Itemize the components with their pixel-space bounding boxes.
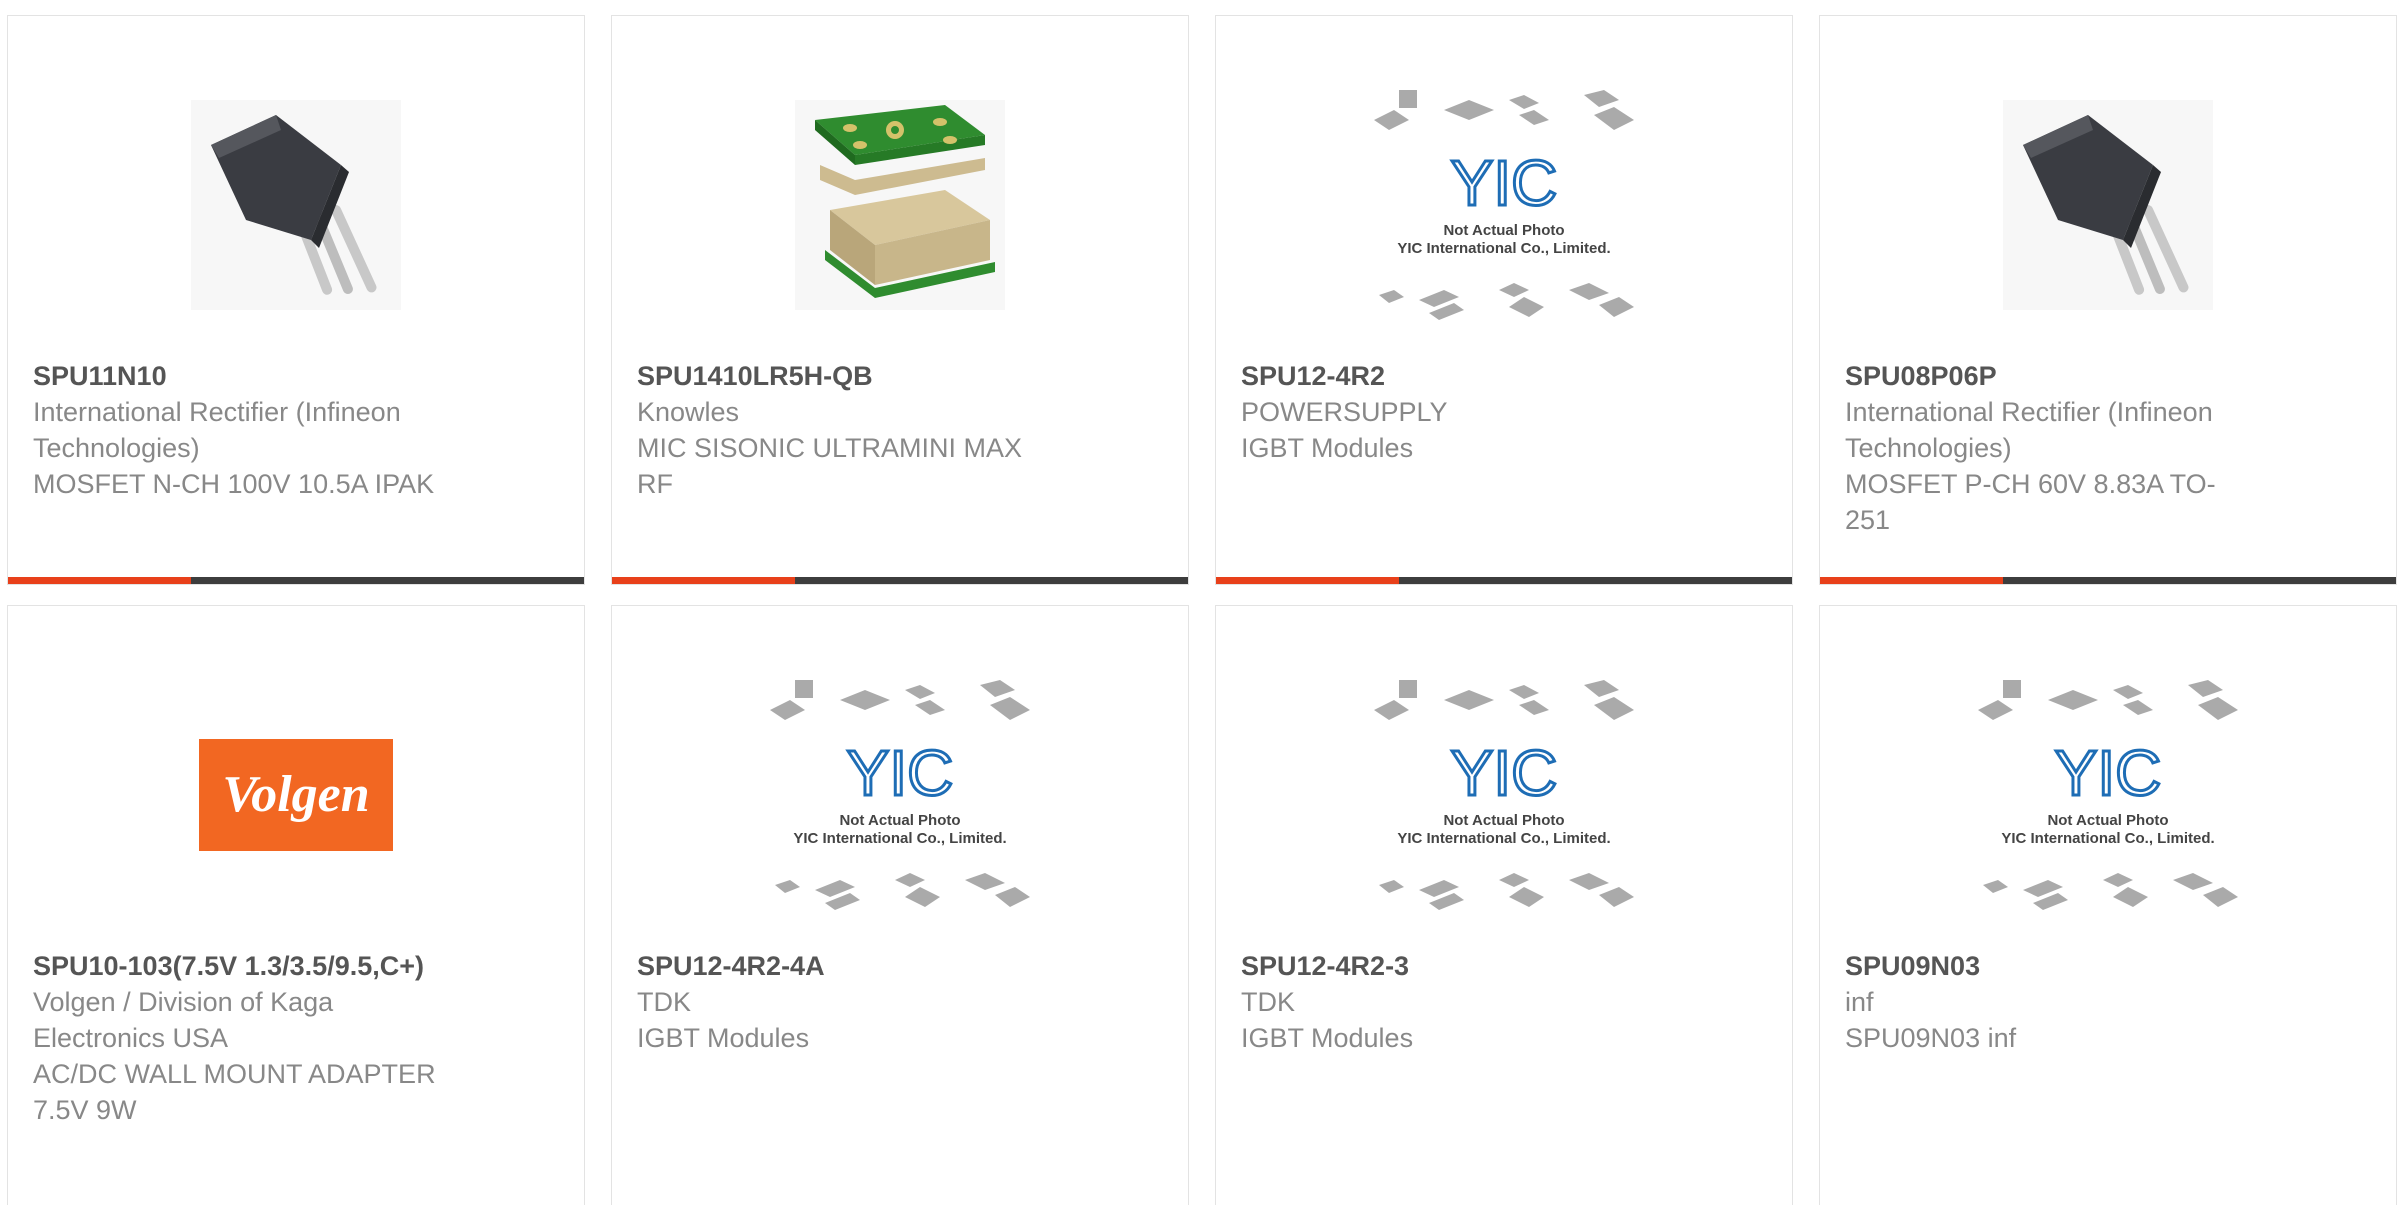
product-card[interactable]: YIC Not Actual Photo YIC International C… [1215,15,1793,585]
product-card[interactable]: Volgen SPU10-103(7.5V 1.3/3.5/9.5,C+) Vo… [7,605,585,1205]
description-line: IGBT Modules [1241,433,1414,463]
card-accent-bar [1216,577,1399,584]
product-info: SPU10-103(7.5V 1.3/3.5/9.5,C+) Volgen / … [33,948,463,1128]
company-label: YIC International Co., Limited. [793,830,1006,847]
description-line: MOSFET N-CH 100V 10.5A IPAK [33,469,435,499]
product-card[interactable]: SPU11N10 International Rectifier (Infine… [7,15,585,585]
description-line: SPU09N03 inf [1845,1023,2017,1053]
product-image[interactable] [8,60,584,350]
not-actual-photo-label: Not Actual Photo [2047,812,2168,829]
description-line: 7.5V 9W [33,1095,137,1125]
manufacturer-line: Volgen / Division of Kaga [33,987,334,1017]
yic-logo: YIC [2055,737,2162,809]
description-line: MIC SISONIC ULTRAMINI MAX [637,433,1023,463]
mems-microphone-image [795,100,1005,310]
not-actual-photo-label: Not Actual Photo [1443,812,1564,829]
yic-logo: YIC [847,737,954,809]
product-info: SPU12-4R2-3 TDK IGBT Modules [1241,948,1671,1056]
product-info: SPU11N10 International Rectifier (Infine… [33,358,463,502]
part-number[interactable]: SPU08P06P [1845,358,2275,394]
product-grid: SPU11N10 International Rectifier (Infine… [0,0,2400,1205]
to251-transistor-image [191,100,401,310]
product-image[interactable]: YIC Not Actual Photo YIC International C… [1820,650,2396,940]
manufacturer-line: Technologies) [1845,433,2012,463]
not-actual-photo-image: YIC Not Actual Photo YIC International C… [1374,90,1634,320]
product-card[interactable]: SPU1410LR5H-QB Knowles MIC SISONIC ULTRA… [611,15,1189,585]
part-number[interactable]: SPU11N10 [33,358,463,394]
card-bottom-bar [8,577,584,584]
product-info: SPU1410LR5H-QB Knowles MIC SISONIC ULTRA… [637,358,1067,502]
manufacturer-line: TDK [1241,987,1295,1017]
not-actual-photo-image: YIC Not Actual Photo YIC International C… [1978,680,2238,910]
not-actual-photo-image: YIC Not Actual Photo YIC International C… [770,680,1030,910]
manufacturer-line: TDK [637,987,691,1017]
part-number[interactable]: SPU10-103(7.5V 1.3/3.5/9.5,C+) [33,948,463,984]
manufacturer-line: Knowles [637,397,740,427]
product-image[interactable] [612,60,1188,350]
manufacturer-line: International Rectifier (Infineon [1845,397,2213,427]
not-actual-photo-image: YIC Not Actual Photo YIC International C… [1374,680,1634,910]
manufacturer-line: Technologies) [33,433,200,463]
description-line: AC/DC WALL MOUNT ADAPTER [33,1059,436,1089]
card-accent-bar [1820,577,2003,584]
product-image[interactable]: YIC Not Actual Photo YIC International C… [1216,60,1792,350]
product-image[interactable]: YIC Not Actual Photo YIC International C… [612,650,1188,940]
volgen-logo-image: Volgen [199,739,393,851]
part-number[interactable]: SPU1410LR5H-QB [637,358,1067,394]
part-number[interactable]: SPU09N03 [1845,948,2275,984]
description-line: 251 [1845,505,1891,535]
part-number[interactable]: SPU12-4R2-4A [637,948,1067,984]
not-actual-photo-label: Not Actual Photo [1443,222,1564,239]
manufacturer-line: POWERSUPPLY [1241,397,1448,427]
company-label: YIC International Co., Limited. [2001,830,2214,847]
yic-logo: YIC [1451,147,1558,219]
not-actual-photo-label: Not Actual Photo [839,812,960,829]
product-info: SPU09N03 inf SPU09N03 inf [1845,948,2275,1056]
company-label: YIC International Co., Limited. [1397,830,1610,847]
part-number[interactable]: SPU12-4R2 [1241,358,1671,394]
product-card[interactable]: YIC Not Actual Photo YIC International C… [1215,605,1793,1205]
card-bottom-bar [1216,577,1792,584]
volgen-logo-text: Volgen [222,766,369,823]
product-card[interactable]: YIC Not Actual Photo YIC International C… [611,605,1189,1205]
manufacturer-line: inf [1845,987,1874,1017]
description-line: RF [637,469,673,499]
product-card[interactable]: SPU08P06P International Rectifier (Infin… [1819,15,2397,585]
product-image[interactable] [1820,60,2396,350]
description-line: IGBT Modules [1241,1023,1414,1053]
card-accent-bar [612,577,795,584]
card-bottom-bar [1820,577,2396,584]
product-info: SPU12-4R2 POWERSUPPLY IGBT Modules [1241,358,1671,466]
company-label: YIC International Co., Limited. [1397,240,1610,257]
part-number[interactable]: SPU12-4R2-3 [1241,948,1671,984]
product-image[interactable]: Volgen [8,650,584,940]
card-accent-bar [8,577,191,584]
product-info: SPU12-4R2-4A TDK IGBT Modules [637,948,1067,1056]
description-line: MOSFET P-CH 60V 8.83A TO- [1845,469,2216,499]
card-bottom-bar [612,577,1188,584]
yic-logo: YIC [1451,737,1558,809]
manufacturer-line: International Rectifier (Infineon [33,397,401,427]
manufacturer-line: Electronics USA [33,1023,229,1053]
product-info: SPU08P06P International Rectifier (Infin… [1845,358,2275,538]
product-card[interactable]: YIC Not Actual Photo YIC International C… [1819,605,2397,1205]
description-line: IGBT Modules [637,1023,810,1053]
to251-transistor-image [2003,100,2213,310]
product-image[interactable]: YIC Not Actual Photo YIC International C… [1216,650,1792,940]
